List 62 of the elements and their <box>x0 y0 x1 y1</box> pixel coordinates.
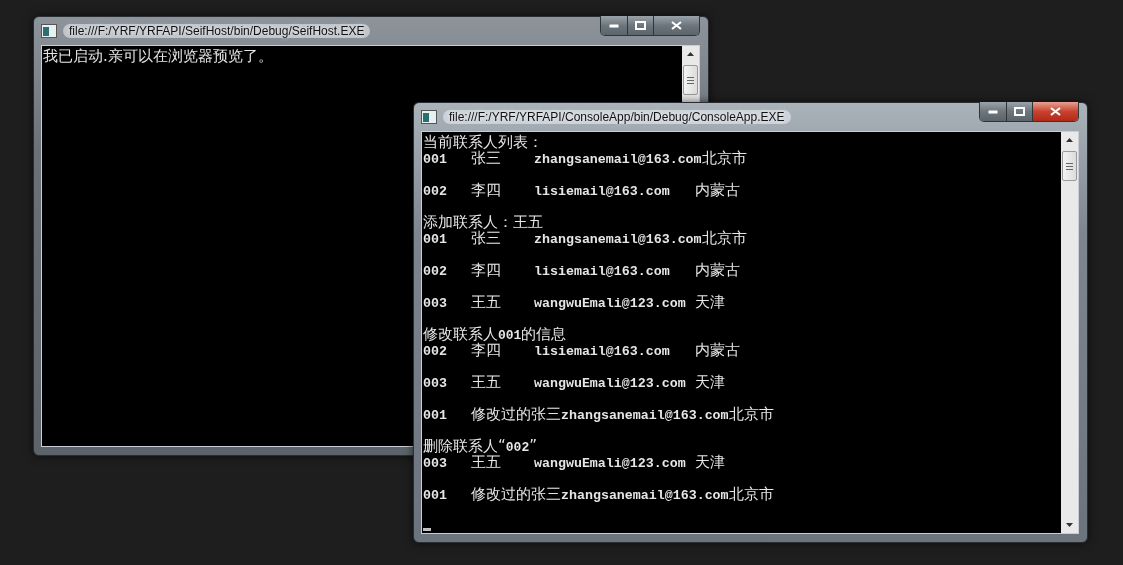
contact-city: 内蒙古 <box>695 262 740 278</box>
contact-id: 001 <box>423 232 448 248</box>
contact-email: zhangsanemail@163.com <box>534 232 702 248</box>
contact-id: 002 <box>423 184 448 200</box>
contact-email: wangwuEmali@123.com <box>534 376 687 392</box>
contact-name: 王五 <box>471 294 502 310</box>
minimize-icon <box>988 109 998 114</box>
contact-city: 天津 <box>695 374 725 390</box>
contact-name: 张三 <box>471 150 502 166</box>
contact-email: lisiemail@163.com <box>534 264 671 280</box>
contact-id: 001 <box>423 488 448 504</box>
contact-name: 王五 <box>471 374 502 390</box>
contact-city: 北京市 <box>728 486 774 502</box>
contact-city: 北京市 <box>701 150 747 166</box>
contact-id: 003 <box>423 296 448 312</box>
maximize-button[interactable] <box>627 16 653 35</box>
console-icon <box>41 24 57 38</box>
contact-city: 内蒙古 <box>695 182 740 198</box>
close-button[interactable] <box>1032 102 1078 121</box>
contact-city: 北京市 <box>728 406 774 422</box>
minimize-icon <box>609 23 619 28</box>
contact-email: zhangsanemail@163.com <box>534 152 702 168</box>
contact-id: 001 <box>423 152 448 168</box>
maximize-icon <box>1014 107 1025 116</box>
contact-email: zhangsanemail@163.com <box>561 408 729 424</box>
contact-email: zhangsanemail@163.com <box>561 488 729 504</box>
console-line: 我已启动.亲可以在浏览器预览了。 <box>43 48 274 64</box>
console-line: 当前联系人列表： <box>423 134 544 150</box>
console-icon <box>421 110 437 124</box>
contact-name: 修改过的张三 <box>471 406 561 422</box>
window-title: file:///F:/YRF/YRFAPI/ConsoleApp/bin/Debug/ConsoleApp.EXE <box>443 110 791 124</box>
console-line: 修改联系人001的信息 <box>423 326 568 342</box>
console-line: 添加联系人：王五 <box>423 214 544 230</box>
contact-name: 李四 <box>471 342 502 358</box>
contact-name: 王五 <box>471 454 502 470</box>
close-button[interactable] <box>653 16 699 35</box>
contact-id: 003 <box>423 376 448 392</box>
maximize-button[interactable] <box>1006 102 1032 121</box>
minimize-button[interactable] <box>601 16 627 35</box>
contact-name: 张三 <box>471 230 502 246</box>
close-icon <box>671 21 682 30</box>
scroll-thumb[interactable] <box>1062 151 1077 181</box>
contact-city: 天津 <box>695 454 725 470</box>
contact-id: 002 <box>423 264 448 280</box>
contact-email: lisiemail@163.com <box>534 184 671 200</box>
contact-email: wangwuEmali@123.com <box>534 456 687 472</box>
contact-city: 内蒙古 <box>695 342 740 358</box>
minimize-button[interactable] <box>980 102 1006 121</box>
contact-email: lisiemail@163.com <box>534 344 671 360</box>
scroll-thumb[interactable] <box>683 65 698 95</box>
close-icon <box>1050 107 1061 116</box>
contact-city: 天津 <box>695 294 725 310</box>
contact-name: 李四 <box>471 182 502 198</box>
contact-name: 李四 <box>471 262 502 278</box>
contact-id: 003 <box>423 456 448 472</box>
console-line: 删除联系人“002” <box>423 438 538 454</box>
contact-name: 修改过的张三 <box>471 486 561 502</box>
contact-city: 北京市 <box>701 230 747 246</box>
maximize-icon <box>635 21 646 30</box>
contact-email: wangwuEmali@123.com <box>534 296 687 312</box>
contact-id: 002 <box>423 344 448 360</box>
contact-id: 001 <box>423 408 448 424</box>
